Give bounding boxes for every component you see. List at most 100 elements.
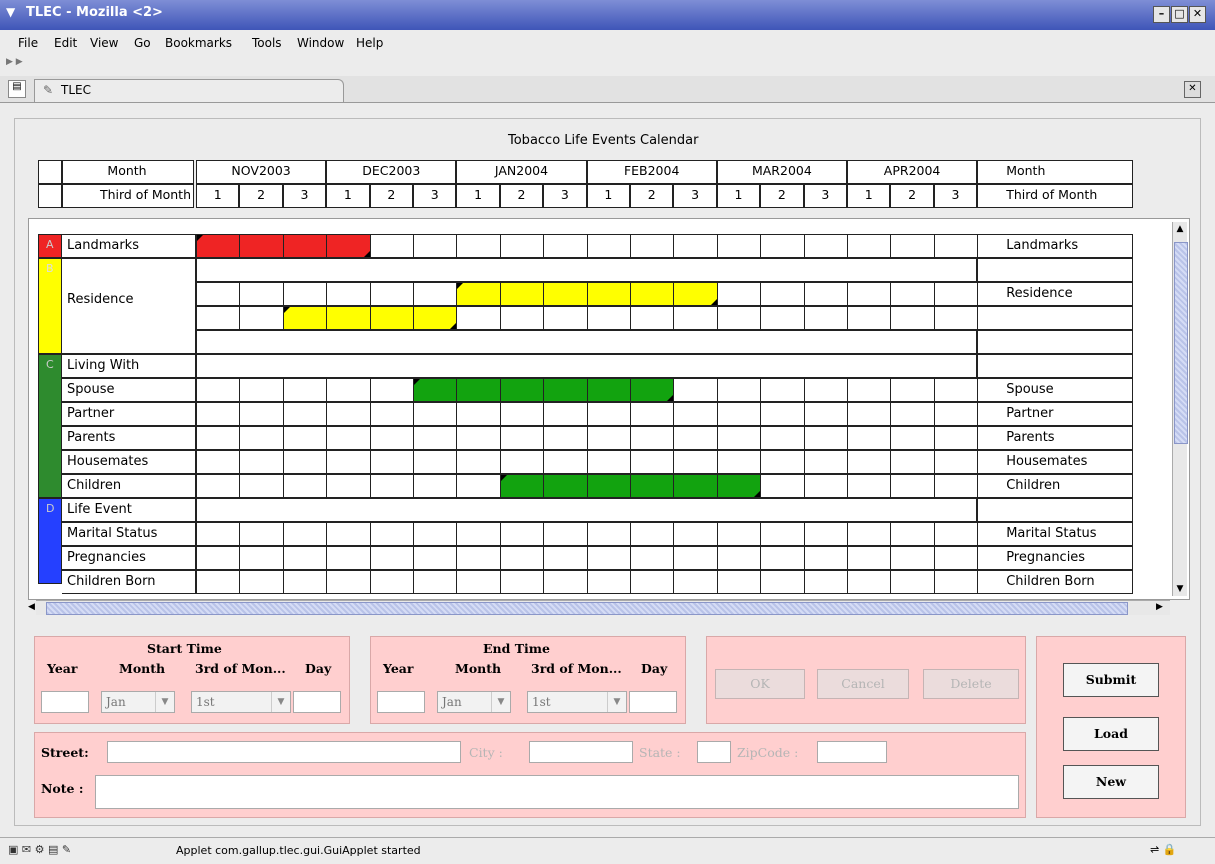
tab-tlec[interactable]: ✎ TLEC [34,79,344,102]
calendar-cell[interactable] [847,570,892,594]
calendar-cell[interactable] [760,426,805,450]
calendar-cell[interactable] [413,282,458,306]
calendar-cell[interactable] [803,402,848,426]
new-tab-icon[interactable]: ▤ [8,80,26,98]
calendar-cell[interactable] [499,234,545,258]
calendar-cell[interactable] [586,546,631,570]
calendar-cell[interactable] [239,378,284,402]
calendar-cell[interactable] [543,522,588,546]
calendar-cell[interactable] [847,426,892,450]
calendar-cell[interactable] [630,306,675,330]
calendar-cell[interactable] [847,546,892,570]
calendar-cell[interactable] [369,282,414,306]
minimize-icon[interactable]: – [1153,6,1170,23]
new-button[interactable]: New [1063,765,1159,799]
scroll-right-icon[interactable]: ▶ [1156,602,1168,614]
calendar-cell[interactable] [673,450,718,474]
menu-view[interactable]: View [90,36,118,50]
calendar-cell[interactable] [760,306,805,330]
calendar-cell[interactable] [369,234,414,258]
calendar-cell[interactable] [196,450,241,474]
horizontal-scroll-thumb[interactable] [46,602,1128,615]
calendar-cell[interactable] [673,306,718,330]
event-bar-segment[interactable] [369,306,414,330]
calendar-cell[interactable] [326,522,371,546]
calendar-cell[interactable] [369,474,414,498]
calendar-cell[interactable] [716,450,762,474]
toolbar-grippy-icon[interactable]: ▶ ▶ [6,57,23,67]
calendar-cell[interactable] [586,306,631,330]
calendar-cell[interactable] [543,234,588,258]
calendar-cell[interactable] [673,402,718,426]
submit-button[interactable]: Submit [1063,663,1159,697]
close-icon[interactable]: ✕ [1189,6,1206,23]
calendar-cell[interactable] [760,282,805,306]
scroll-left-icon[interactable]: ◀ [28,602,40,614]
calendar-cell[interactable] [499,306,545,330]
calendar-cell[interactable] [499,402,545,426]
calendar-cell[interactable] [196,546,241,570]
start-day-input[interactable] [293,691,341,713]
calendar-cell[interactable] [716,234,762,258]
bar-start-marker[interactable] [457,283,464,289]
calendar-cell[interactable] [326,570,371,594]
menu-edit[interactable]: Edit [54,36,77,50]
vertical-scrollbar[interactable]: ▲ ▼ [1172,222,1188,596]
calendar-cell[interactable] [847,378,892,402]
scroll-up-icon[interactable]: ▲ [1174,224,1186,236]
calendar-cell[interactable] [196,306,241,330]
calendar-cell[interactable] [933,546,979,570]
calendar-cell[interactable] [239,522,284,546]
calendar-cell[interactable] [760,570,805,594]
calendar-cell[interactable] [369,378,414,402]
close-tab-icon[interactable]: ✕ [1184,81,1201,98]
calendar-cell[interactable] [803,474,848,498]
menu-window[interactable]: Window [297,36,344,50]
load-button[interactable]: Load [1063,717,1159,751]
event-bar-segment[interactable] [543,378,588,402]
street-input[interactable] [107,741,461,763]
calendar-cell[interactable] [673,378,718,402]
menu-help[interactable]: Help [356,36,383,50]
ok-button[interactable]: OK [715,669,805,699]
bar-start-marker[interactable] [283,307,290,313]
menu-tools[interactable]: Tools [252,36,282,50]
event-bar-segment[interactable] [326,306,371,330]
calendar-cell[interactable] [326,282,371,306]
calendar-cell[interactable] [543,570,588,594]
calendar-cell[interactable] [630,546,675,570]
calendar-cell[interactable] [543,402,588,426]
calendar-cell[interactable] [847,234,892,258]
calendar-cell[interactable] [326,546,371,570]
calendar-cell[interactable] [933,426,979,450]
calendar-cell[interactable] [803,378,848,402]
calendar-cell[interactable] [890,570,935,594]
calendar-cell[interactable] [413,450,458,474]
calendar-cell[interactable] [282,570,328,594]
calendar-cell[interactable] [239,546,284,570]
calendar-cell[interactable] [803,282,848,306]
calendar-cell[interactable] [369,546,414,570]
calendar-cell[interactable] [803,522,848,546]
calendar-cell[interactable] [933,474,979,498]
city-input[interactable] [529,741,633,763]
calendar-cell[interactable] [543,426,588,450]
horizontal-scrollbar[interactable]: ◀ ▶ [28,600,1170,615]
vertical-scroll-thumb[interactable] [1174,242,1188,444]
component-bar-icons[interactable]: ▣ ✉ ⚙ ▤ ✎ [8,843,71,856]
calendar-cell[interactable] [239,450,284,474]
calendar-cell[interactable] [716,570,762,594]
calendar-cell[interactable] [239,474,284,498]
calendar-cell[interactable] [890,306,935,330]
calendar-cell[interactable] [413,570,458,594]
calendar-cell[interactable] [716,282,762,306]
calendar-cell[interactable] [760,474,805,498]
calendar-cell[interactable] [803,306,848,330]
calendar-cell[interactable] [413,522,458,546]
row-span-living[interactable] [196,354,978,378]
calendar-cell[interactable] [890,378,935,402]
calendar-cell[interactable] [196,282,241,306]
calendar-cell[interactable] [586,402,631,426]
event-bar-segment[interactable] [586,474,631,498]
calendar-cell[interactable] [456,234,501,258]
